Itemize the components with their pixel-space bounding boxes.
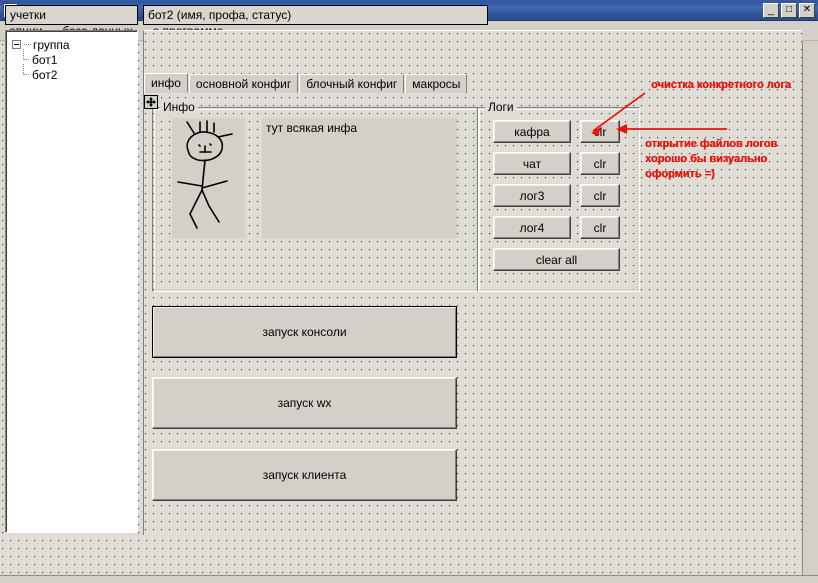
collapse-expander-icon[interactable] — [12, 40, 21, 49]
log-clear-button-kafra[interactable]: clr — [580, 120, 620, 143]
bot-info-field[interactable]: бот2 (имя, профа, статус) — [143, 5, 488, 25]
launch-wx-button[interactable]: запуск wx — [152, 377, 457, 429]
log-clear-button-chat[interactable]: clr — [580, 152, 620, 175]
tab-info[interactable]: инфо — [144, 73, 188, 93]
annotation-open-log-files-line2: хорошо бы визуально — [645, 153, 768, 165]
close-icon: ✕ — [802, 4, 812, 15]
info-groupbox-title: Инфо — [160, 100, 198, 114]
log-open-button-log4[interactable]: лог4 — [493, 216, 571, 239]
close-button[interactable]: ✕ — [799, 2, 815, 18]
maximize-button[interactable]: □ — [781, 2, 797, 18]
tree-node-bot1[interactable]: бот1 — [10, 49, 133, 67]
accounts-tree[interactable]: группа бот1 бот2 — [5, 30, 138, 533]
log-open-button-log3[interactable]: лог3 — [493, 184, 571, 207]
tree-connector-icon — [24, 44, 31, 45]
tab-strip: инфо основной конфиг блочный конфиг макр… — [144, 73, 468, 93]
tree-node-bot2-label: бот2 — [32, 67, 58, 82]
tree-node-group-label: группа — [33, 37, 70, 52]
maximize-icon: □ — [785, 4, 793, 15]
minimize-button[interactable]: _ — [763, 2, 779, 18]
logs-groupbox-title: Логи — [485, 100, 517, 114]
form-right-edge — [802, 42, 818, 583]
accounts-field[interactable]: учетки — [5, 5, 138, 25]
info-memo[interactable]: тут всякая инфа — [262, 118, 457, 238]
tab-main-config[interactable]: основной конфиг — [188, 74, 299, 93]
window-controls: _ □ ✕ — [763, 2, 818, 18]
form-bottom-edge — [0, 575, 818, 583]
log-clear-button-log3[interactable]: clr — [580, 184, 620, 207]
log-clear-button-log4[interactable]: clr — [580, 216, 620, 239]
tree-node-bot1-label: бот1 — [32, 52, 58, 67]
log-open-button-chat[interactable]: чат — [493, 152, 571, 175]
tree-node-bot2[interactable]: бот2 — [10, 64, 133, 82]
tab-macros[interactable]: макросы — [405, 74, 468, 93]
logs-groupbox: Логи кафра clr чат clr лог3 clr лог4 clr… — [477, 100, 640, 292]
stick-figure-image — [172, 118, 245, 238]
info-groupbox: Инфо тут всякая инфа — [152, 100, 479, 292]
tree-node-group[interactable]: группа — [10, 37, 133, 52]
log-clear-all-button[interactable]: clear all — [493, 248, 620, 271]
annotation-open-log-files-line3: оформить =) — [645, 168, 715, 180]
log-open-button-kafra[interactable]: кафра — [493, 120, 571, 143]
tab-block-config[interactable]: блочный конфиг — [299, 74, 405, 93]
launch-client-button[interactable]: запуск клиента — [152, 449, 457, 501]
application-window: Му _ □ ✕ опции база данных о программе у… — [0, 0, 818, 583]
annotation-clear-specific-log: очистка конкретного лога — [651, 79, 791, 91]
minimize-icon: _ — [767, 3, 775, 16]
move-handle-icon[interactable] — [144, 95, 158, 109]
launch-console-button[interactable]: запуск консоли — [152, 306, 457, 358]
annotation-open-log-files-line1: открытие файлов логов — [645, 138, 778, 150]
